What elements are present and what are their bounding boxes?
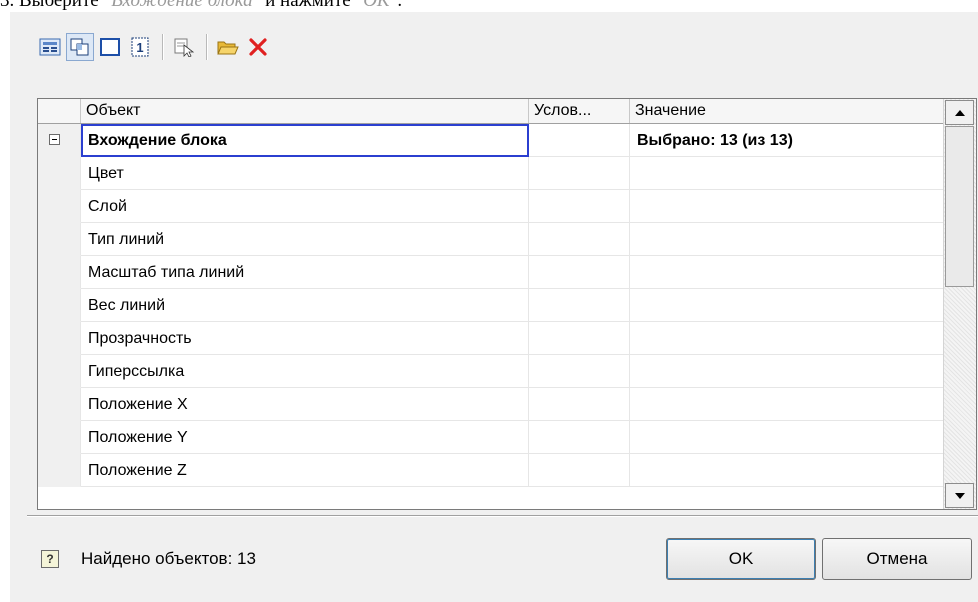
table-row[interactable]: Положение X xyxy=(38,388,945,421)
row-gutter xyxy=(38,256,81,289)
row-gutter xyxy=(38,421,81,454)
instruction-button-ref: OK xyxy=(363,0,390,11)
count-icon: 1 xyxy=(131,37,149,57)
object-cell[interactable]: Слой xyxy=(81,190,529,223)
toolbar: 1 xyxy=(36,30,274,64)
value-cell[interactable] xyxy=(630,289,945,322)
arrow-down-icon xyxy=(954,492,965,499)
select-objects-button[interactable] xyxy=(66,33,94,61)
value-cell[interactable] xyxy=(630,223,945,256)
object-cell[interactable]: Положение X xyxy=(81,388,529,421)
instruction-suffix: ". xyxy=(389,0,403,11)
instruction-object: Вхождение блока xyxy=(111,0,253,11)
object-cell[interactable]: Положение Y xyxy=(81,421,529,454)
cancel-button[interactable]: Отмена xyxy=(822,538,972,580)
value-cell[interactable] xyxy=(630,190,945,223)
table-row[interactable]: Слой xyxy=(38,190,945,223)
row-gutter xyxy=(38,388,81,421)
footer-divider xyxy=(27,515,978,517)
toolbar-separator xyxy=(162,34,164,60)
row-gutter xyxy=(38,355,81,388)
table-row[interactable]: Цвет xyxy=(38,157,945,190)
table-row[interactable]: Положение Z xyxy=(38,454,945,487)
instruction-prefix: 3. Выберите " xyxy=(0,0,112,11)
properties-button[interactable] xyxy=(36,33,64,61)
condition-cell[interactable] xyxy=(529,355,630,388)
ok-button[interactable]: OK xyxy=(666,538,816,580)
table-row[interactable]: Тип линий xyxy=(38,223,945,256)
condition-cell[interactable] xyxy=(529,223,630,256)
value-cell[interactable] xyxy=(630,256,945,289)
object-cell[interactable]: Цвет xyxy=(81,157,529,190)
group-row[interactable]: Вхождение блока Выбрано: 13 (из 13) xyxy=(38,124,945,157)
quick-select-dialog: 1 Объект Услов... Значение Вхождение бло… xyxy=(10,12,978,602)
row-gutter xyxy=(38,124,81,157)
scroll-up-button[interactable] xyxy=(945,100,974,125)
grid-header: Объект Услов... Значение xyxy=(38,99,945,124)
condition-cell[interactable] xyxy=(529,454,630,487)
row-gutter xyxy=(38,190,81,223)
object-cell[interactable]: Тип линий xyxy=(81,223,529,256)
select-objects-icon xyxy=(70,38,89,56)
arrow-up-icon xyxy=(954,109,965,116)
value-cell[interactable] xyxy=(630,322,945,355)
help-icon[interactable]: ? xyxy=(41,550,59,568)
quick-select-button[interactable] xyxy=(170,33,198,61)
found-objects-status: Найдено объектов: 13 xyxy=(81,549,256,568)
table-row[interactable]: Положение Y xyxy=(38,421,945,454)
row-gutter xyxy=(38,223,81,256)
value-cell[interactable] xyxy=(630,421,945,454)
property-grid: Объект Услов... Значение Вхождение блока… xyxy=(37,98,977,510)
value-cell[interactable] xyxy=(630,454,945,487)
instruction-middle: " и нажмите " xyxy=(252,0,364,11)
open-file-button[interactable] xyxy=(214,33,242,61)
row-gutter xyxy=(38,322,81,355)
value-cell[interactable] xyxy=(630,355,945,388)
toolbar-separator xyxy=(206,34,208,60)
object-cell[interactable]: Прозрачность xyxy=(81,322,529,355)
row-gutter xyxy=(38,289,81,322)
table-row[interactable]: Гиперссылка xyxy=(38,355,945,388)
table-row[interactable]: Масштаб типа линий xyxy=(38,256,945,289)
group-condition-cell[interactable] xyxy=(529,124,630,157)
instruction-text: 3. Выберите "Вхождение блока" и нажмите … xyxy=(0,0,402,12)
condition-cell[interactable] xyxy=(529,190,630,223)
condition-cell[interactable] xyxy=(529,256,630,289)
object-cell[interactable]: Масштаб типа линий xyxy=(81,256,529,289)
delete-icon xyxy=(249,38,267,56)
table-row[interactable]: Вес линий xyxy=(38,289,945,322)
row-gutter xyxy=(38,454,81,487)
condition-cell[interactable] xyxy=(529,388,630,421)
group-object-cell[interactable]: Вхождение блока xyxy=(81,124,529,157)
object-cell[interactable]: Гиперссылка xyxy=(81,355,529,388)
condition-cell[interactable] xyxy=(529,421,630,454)
header-gutter xyxy=(38,99,81,123)
vertical-scrollbar[interactable] xyxy=(943,99,976,509)
count-button[interactable]: 1 xyxy=(126,33,154,61)
properties-icon xyxy=(39,38,61,56)
collapse-icon[interactable] xyxy=(49,134,60,145)
group-value-cell[interactable]: Выбрано: 13 (из 13) xyxy=(630,124,945,157)
condition-cell[interactable] xyxy=(529,322,630,355)
object-cell[interactable]: Положение Z xyxy=(81,454,529,487)
delete-button[interactable] xyxy=(244,33,272,61)
condition-cell[interactable] xyxy=(529,289,630,322)
value-cell[interactable] xyxy=(630,157,945,190)
object-cell[interactable]: Вес линий xyxy=(81,289,529,322)
condition-cell[interactable] xyxy=(529,157,630,190)
table-row[interactable]: Прозрачность xyxy=(38,322,945,355)
column-header-condition[interactable]: Услов... xyxy=(529,99,630,123)
folder-open-icon xyxy=(217,41,239,55)
count-icon-label: 1 xyxy=(136,40,143,55)
column-header-object[interactable]: Объект xyxy=(81,99,529,123)
quick-select-icon xyxy=(174,38,195,57)
scroll-thumb[interactable] xyxy=(945,126,974,287)
scroll-down-button[interactable] xyxy=(945,483,974,508)
column-header-value[interactable]: Значение xyxy=(630,99,945,123)
rectangle-button[interactable] xyxy=(96,33,124,61)
row-gutter xyxy=(38,157,81,190)
rectangle-icon xyxy=(100,38,120,56)
value-cell[interactable] xyxy=(630,388,945,421)
